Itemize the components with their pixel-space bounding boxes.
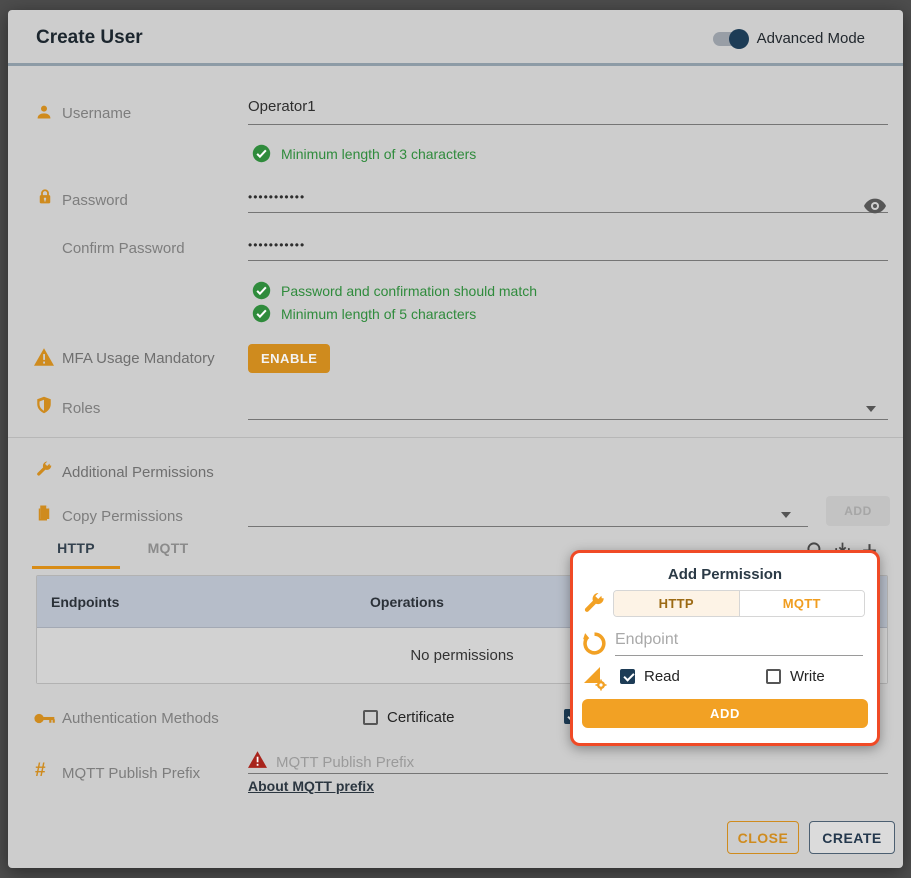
authentication-methods-label: Authentication Methods (62, 710, 219, 727)
confirm-password-label: Confirm Password (62, 240, 185, 257)
wrench-icon (582, 591, 606, 615)
copy-permissions-caret-icon[interactable] (781, 512, 791, 518)
endpoint-icon (582, 631, 607, 656)
create-user-dialog: Create User Advanced Mode Username Minim… (8, 10, 903, 868)
write-checkbox[interactable] (766, 669, 781, 684)
roles-dropdown-caret-icon[interactable] (866, 406, 876, 412)
shield-icon (35, 396, 53, 414)
roles-select-underline (248, 419, 888, 420)
advanced-mode-toggle[interactable] (713, 32, 747, 46)
popup-tab-http[interactable]: HTTP (614, 591, 740, 616)
popup-tab-mqtt[interactable]: MQTT (740, 591, 865, 616)
key-icon (34, 712, 56, 725)
check-circle-icon (252, 144, 271, 163)
no-permissions-text: No permissions (410, 647, 513, 664)
additional-permissions-label: Additional Permissions (62, 464, 214, 481)
toggle-thumb (729, 29, 749, 49)
confirm-password-masked-value[interactable]: ••••••••••• (248, 238, 305, 252)
add-permission-popup: Add Permission HTTP MQTT Read Write ADD (570, 550, 880, 746)
section-divider (8, 437, 903, 438)
write-label: Write (790, 668, 825, 685)
popup-title: Add Permission (573, 566, 877, 583)
write-checkbox-row: Write (766, 668, 825, 685)
username-validation: Minimum length of 3 characters (252, 144, 476, 163)
read-checkbox-row: Read (620, 668, 680, 685)
roles-label: Roles (62, 400, 100, 417)
copy-permissions-add-button[interactable]: ADD (826, 496, 890, 526)
username-label: Username (62, 105, 131, 122)
hash-icon: # (35, 760, 53, 778)
mfa-enable-button[interactable]: ENABLE (248, 344, 330, 373)
certificate-checkbox-row: Certificate (363, 709, 455, 726)
protocol-segmented-control: HTTP MQTT (613, 590, 865, 617)
password-underline (248, 212, 888, 213)
username-input[interactable] (248, 98, 888, 115)
mqtt-prefix-underline (248, 773, 888, 774)
column-header-operations: Operations (317, 594, 497, 610)
mqtt-publish-prefix-label: MQTT Publish Prefix (62, 765, 200, 782)
user-icon (35, 103, 53, 121)
create-button[interactable]: CREATE (809, 821, 895, 854)
endpoint-input[interactable] (615, 631, 863, 656)
advanced-mode-label: Advanced Mode (757, 30, 865, 47)
password-validation-match: Password and confirmation should match (252, 281, 537, 300)
error-warning-icon (248, 751, 267, 768)
copy-permissions-label: Copy Permissions (62, 508, 183, 525)
lock-icon (36, 188, 54, 206)
permission-level-icon (582, 665, 608, 691)
confirm-password-underline (248, 260, 888, 261)
show-password-eye-icon[interactable] (864, 198, 886, 214)
username-underline (248, 124, 888, 125)
read-checkbox[interactable] (620, 669, 635, 684)
warning-icon (34, 348, 54, 366)
check-circle-icon (252, 281, 271, 300)
about-mqtt-prefix-link[interactable]: About MQTT prefix (248, 778, 374, 794)
copy-icon (35, 504, 53, 522)
password-label: Password (62, 192, 128, 209)
column-header-endpoints: Endpoints (51, 594, 119, 610)
password-validation-length: Minimum length of 5 characters (252, 304, 476, 323)
tab-mqtt[interactable]: MQTT (124, 540, 212, 566)
dialog-header: Create User Advanced Mode (8, 10, 903, 66)
mqtt-publish-prefix-input[interactable] (276, 754, 888, 771)
certificate-label: Certificate (387, 709, 455, 726)
read-label: Read (644, 668, 680, 685)
tab-http[interactable]: HTTP (32, 540, 120, 569)
password-masked-value[interactable]: ••••••••••• (248, 190, 305, 204)
copy-permissions-underline (248, 526, 808, 527)
certificate-checkbox[interactable] (363, 710, 378, 725)
wrench-icon (35, 460, 53, 478)
close-button[interactable]: CLOSE (727, 821, 799, 854)
page-title: Create User (36, 27, 143, 49)
check-circle-icon (252, 304, 271, 323)
mfa-label: MFA Usage Mandatory (62, 350, 215, 367)
popup-add-button[interactable]: ADD (582, 699, 868, 728)
